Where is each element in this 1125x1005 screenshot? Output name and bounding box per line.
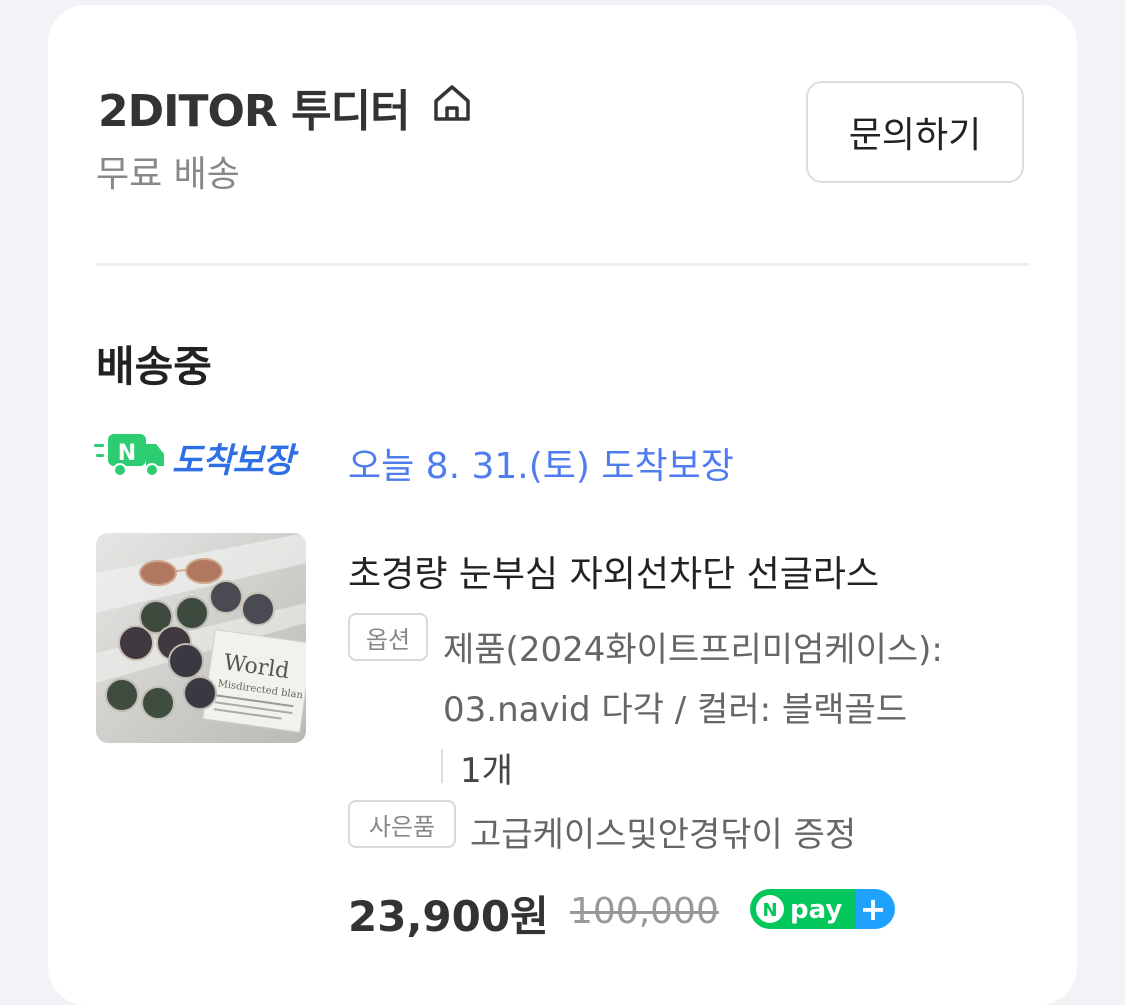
gift-tag: 사은품 <box>348 800 456 848</box>
plus-icon: + <box>860 890 887 928</box>
npay-plus-badge: N pay + <box>750 889 895 929</box>
quantity: 1개 <box>460 751 513 791</box>
arrival-guarantee-badge: 도착보장 <box>172 441 294 481</box>
gift-text: 고급케이스및안경닦이 증정 <box>470 815 857 855</box>
store-name[interactable]: 2DITOR 투디터 <box>98 75 411 139</box>
shipping-fee-label: 무료 배송 <box>96 154 240 195</box>
product-title[interactable]: 초경량 눈부심 자외선차단 선글라스 <box>348 545 988 597</box>
delivery-truck-icon: N <box>94 434 164 477</box>
delivery-status: 배송중 <box>96 342 212 391</box>
order-card: 2DITOR 투디터 무료 배송 문의하기 배송중 N 도착보장 오늘 8. 3… <box>48 5 1077 1005</box>
product-thumbnail[interactable]: World Misdirected blan <box>96 533 306 743</box>
npay-label: pay <box>790 895 842 925</box>
option-tag: 옵션 <box>348 613 428 661</box>
home-icon[interactable] <box>430 81 474 125</box>
arrival-date-text: 오늘 8. 31.(토) 도착보장 <box>348 446 734 487</box>
original-price: 100,000 <box>570 891 719 932</box>
sunglasses-image: World Misdirected blan <box>96 533 306 743</box>
option-text: 제품(2024화이트프리미엄케이스): 03.navid 다각 / 컬러: 블랙… <box>443 630 943 730</box>
sale-price: 23,900원 <box>348 892 549 941</box>
svg-text:N: N <box>118 441 136 466</box>
quantity-divider <box>441 749 443 783</box>
divider <box>96 263 1029 266</box>
inquiry-button[interactable]: 문의하기 <box>806 81 1024 183</box>
npay-n-icon: N <box>762 900 777 921</box>
